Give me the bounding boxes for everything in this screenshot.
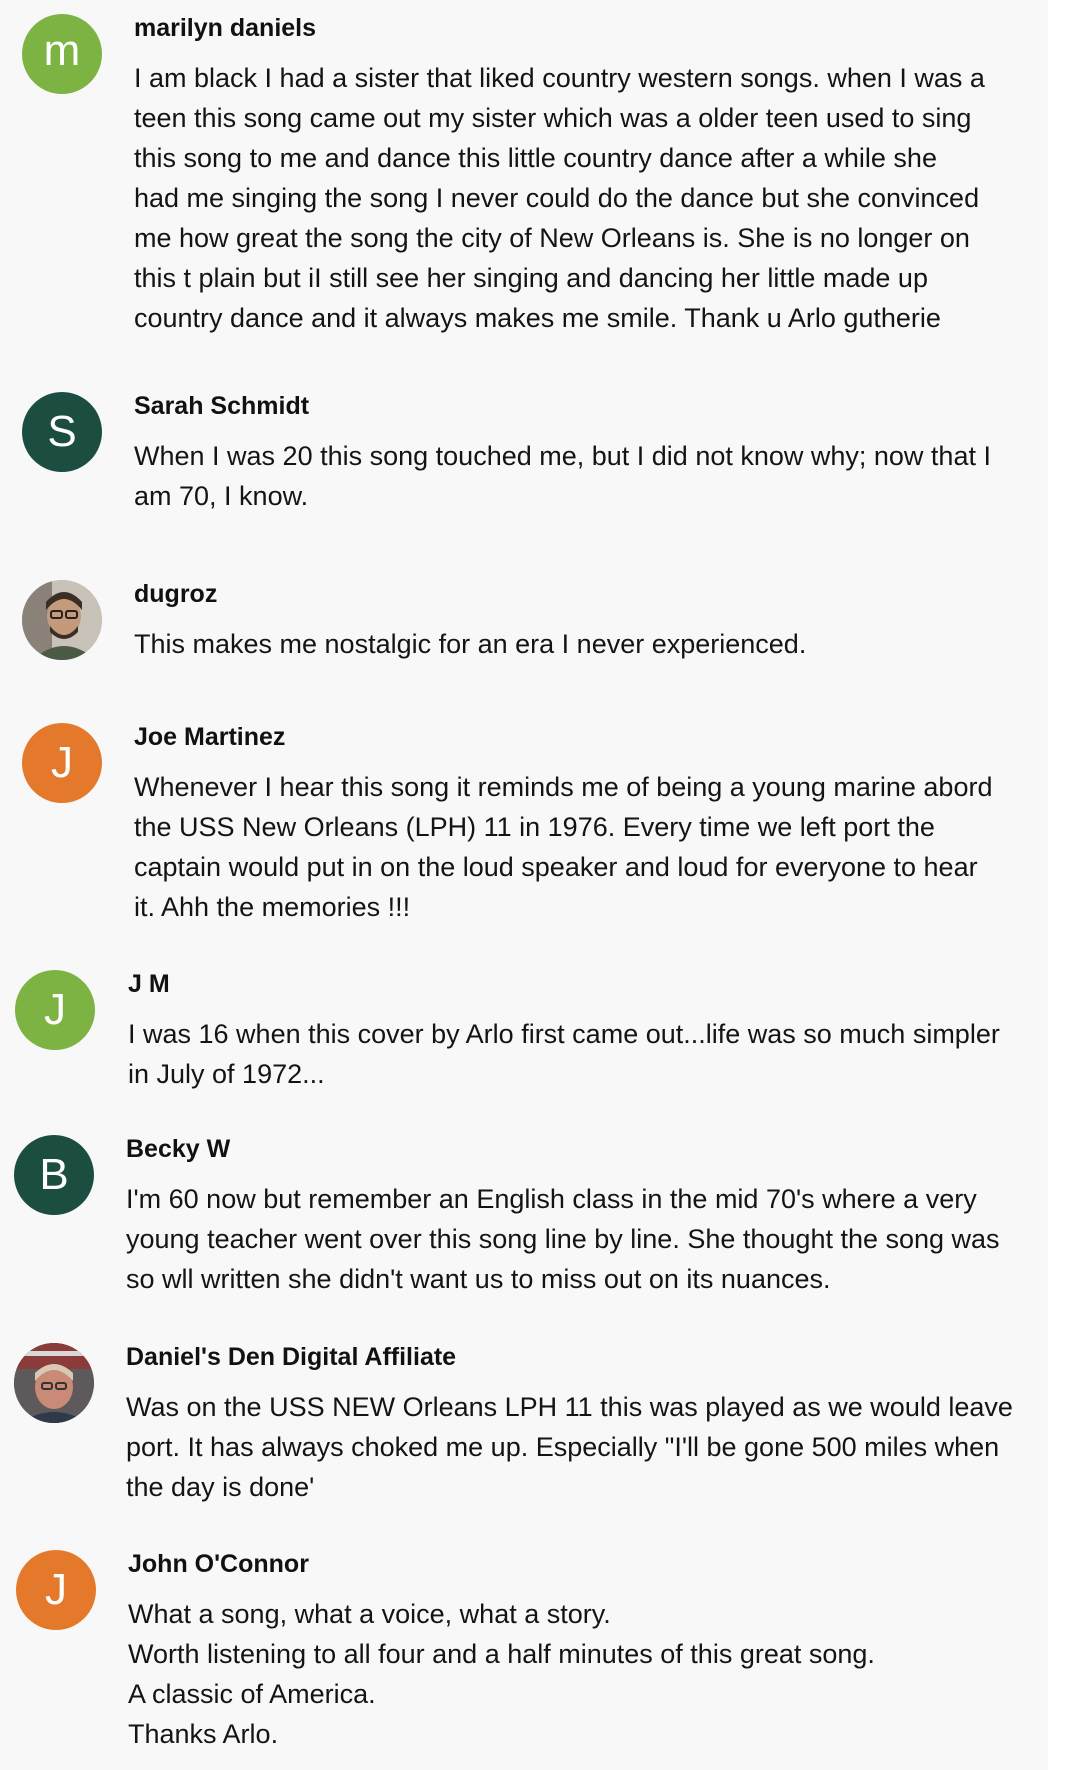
comment-author[interactable]: marilyn daniels: [134, 14, 316, 43]
comment-text: Was on the USS NEW Orleans LPH 11 this w…: [126, 1392, 1013, 1502]
comment-author[interactable]: J M: [128, 970, 170, 999]
comment-author[interactable]: Daniel's Den Digital Affiliate: [126, 1343, 456, 1372]
avatar[interactable]: S: [22, 392, 102, 472]
avatar[interactable]: J: [22, 723, 102, 803]
comment-text: Whenever I hear this song it reminds me …: [134, 772, 993, 922]
comment-text: What a song, what a voice, what a story.…: [128, 1599, 875, 1749]
avatar-letter: B: [39, 1150, 69, 1199]
comment-text: I was 16 when this cover by Arlo first c…: [128, 1019, 1000, 1089]
avatar-letter: m: [43, 26, 81, 75]
avatar[interactable]: [22, 580, 102, 660]
avatar-letter: J: [51, 738, 73, 787]
avatar[interactable]: [14, 1343, 94, 1423]
comments-page: m marilyn daniels I am black I had a sis…: [0, 0, 1066, 1770]
comment-author[interactable]: Sarah Schmidt: [134, 392, 309, 421]
comment-author[interactable]: dugroz: [134, 580, 217, 609]
avatar[interactable]: m: [22, 14, 102, 94]
comment-text: I am black I had a sister that liked cou…: [134, 63, 985, 333]
comment-author[interactable]: John O'Connor: [128, 1550, 309, 1579]
comment-text: This makes me nostalgic for an era I nev…: [134, 629, 807, 659]
comment-author[interactable]: Becky W: [126, 1135, 230, 1164]
comment-text: When I was 20 this song touched me, but …: [134, 441, 991, 511]
avatar-letter: S: [47, 407, 77, 456]
avatar[interactable]: J: [15, 970, 95, 1050]
comment-text: I'm 60 now but remember an English class…: [126, 1184, 1000, 1294]
avatar-letter: J: [45, 1565, 67, 1614]
user-photo-icon: [14, 1343, 94, 1423]
avatar-letter: J: [44, 985, 66, 1034]
user-photo-icon: [22, 580, 102, 660]
comment-author[interactable]: Joe Martinez: [134, 723, 285, 752]
avatar[interactable]: J: [16, 1550, 96, 1630]
avatar[interactable]: B: [14, 1135, 94, 1215]
